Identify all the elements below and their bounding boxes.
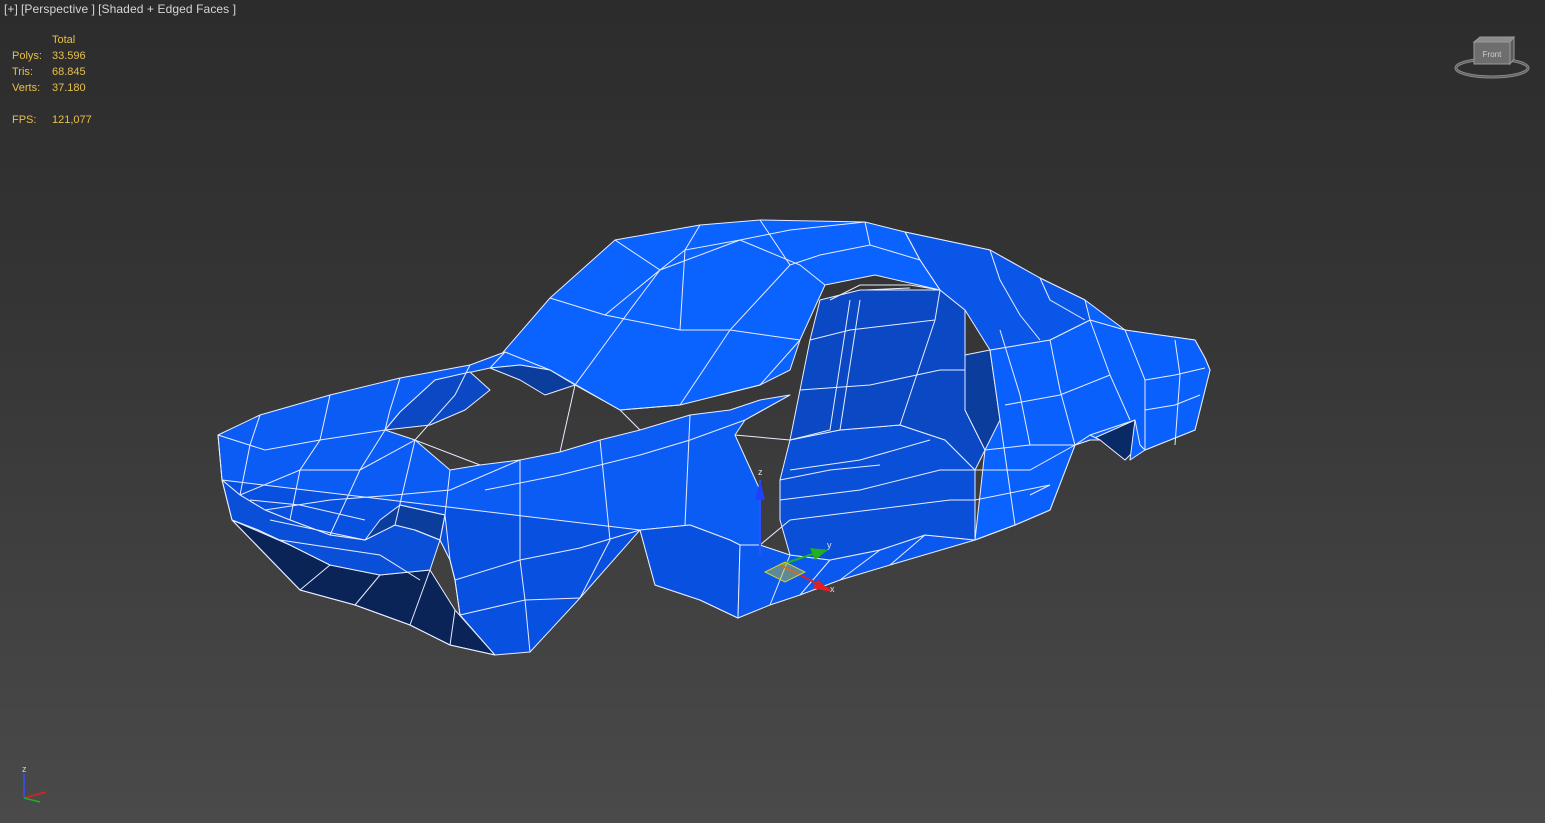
- tripod-z-label: z: [22, 764, 27, 774]
- car-body-mesh[interactable]: z y x: [0, 0, 1545, 823]
- perspective-viewport[interactable]: [+] [Perspective ] [Shaded + Edged Faces ]…: [0, 0, 1545, 823]
- gizmo-y-label: y: [827, 540, 832, 550]
- axis-tripod-icon: z: [22, 764, 47, 803]
- viewcube-icon[interactable]: Front: [1452, 34, 1532, 84]
- gizmo-z-label: z: [758, 467, 763, 477]
- viewcube-face-label: Front: [1483, 50, 1502, 59]
- gizmo-x-label: x: [830, 584, 835, 594]
